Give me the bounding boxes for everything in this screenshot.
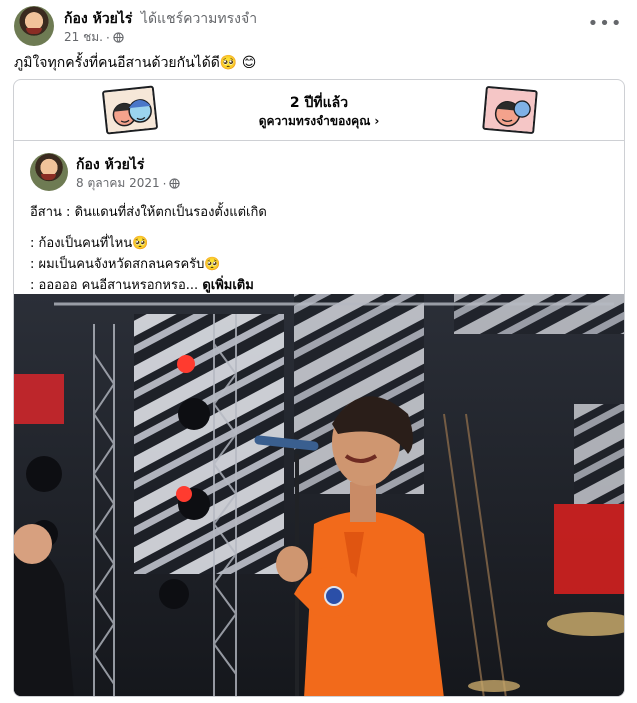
more-options-icon: •••: [587, 13, 623, 34]
shared-post-text: อีสาน : ดินแดนที่ส่งให้ตกเป็นรองตั้งแต่เ…: [30, 202, 610, 296]
concert-photo[interactable]: [14, 294, 624, 696]
memory-illustration-right: [482, 85, 538, 135]
globe-icon: [113, 32, 124, 43]
avatar[interactable]: [14, 6, 54, 46]
post-meta: 21 ชม. ·: [64, 28, 124, 47]
concert-photo-image: [14, 294, 624, 696]
globe-icon: [169, 178, 181, 189]
meta-separator: ·: [105, 30, 110, 45]
shared-post-line: อีสาน : ดินแดนที่ส่งให้ตกเป็นรองตั้งแต่เ…: [30, 205, 267, 220]
memory-card[interactable]: 2 ปีที่แล้ว ดูความทรงจำของคุณ › ก้อง ห้วย…: [13, 79, 625, 697]
post-time[interactable]: 21 ชม.: [64, 28, 103, 47]
see-memories-label: ดูความทรงจำของคุณ: [258, 114, 371, 128]
shared-author-name[interactable]: ก้อง ห้วยไร่: [76, 154, 144, 176]
shared-post-meta: 8 ตุลาคม 2021 ·: [76, 174, 181, 193]
author-line: ก้อง ห้วยไร่ ได้แชร์ความทรงจำ: [64, 8, 257, 30]
shared-post-line: : อออออ คนอีสานหรอกหรอ... ดูเพิ่มเติม: [30, 275, 610, 296]
author-action: ได้แชร์ความทรงจำ: [140, 11, 258, 27]
meta-separator: ·: [162, 176, 167, 191]
shared-post-header: ก้อง ห้วยไร่ 8 ตุลาคม 2021 ·: [30, 153, 610, 193]
post-text: ภูมิใจทุกครั้งที่คนอีสานด้วยกันได้ดี🥺 😊: [14, 55, 257, 71]
shared-post-line-text: : อออออ คนอีสานหรอกหรอ...: [30, 278, 199, 293]
shared-post-line: : ผมเป็นคนจังหวัดสกลนครครับ🥺: [30, 257, 221, 272]
shared-post-line: : ก้องเป็นคนที่ไหน🥺: [30, 236, 149, 251]
memory-banner: 2 ปีที่แล้ว ดูความทรงจำของคุณ ›: [14, 80, 624, 141]
author-name[interactable]: ก้อง ห้วยไร่: [64, 11, 132, 27]
post-header: ก้อง ห้วยไร่ ได้แชร์ความทรงจำ 21 ชม. · •…: [14, 6, 623, 46]
shared-post-date[interactable]: 8 ตุลาคม 2021: [76, 174, 160, 193]
see-more-link[interactable]: ดูเพิ่มเติม: [202, 278, 253, 293]
more-options-button[interactable]: •••: [588, 12, 622, 36]
avatar[interactable]: [30, 153, 68, 191]
chevron-right-icon: ›: [374, 114, 380, 128]
